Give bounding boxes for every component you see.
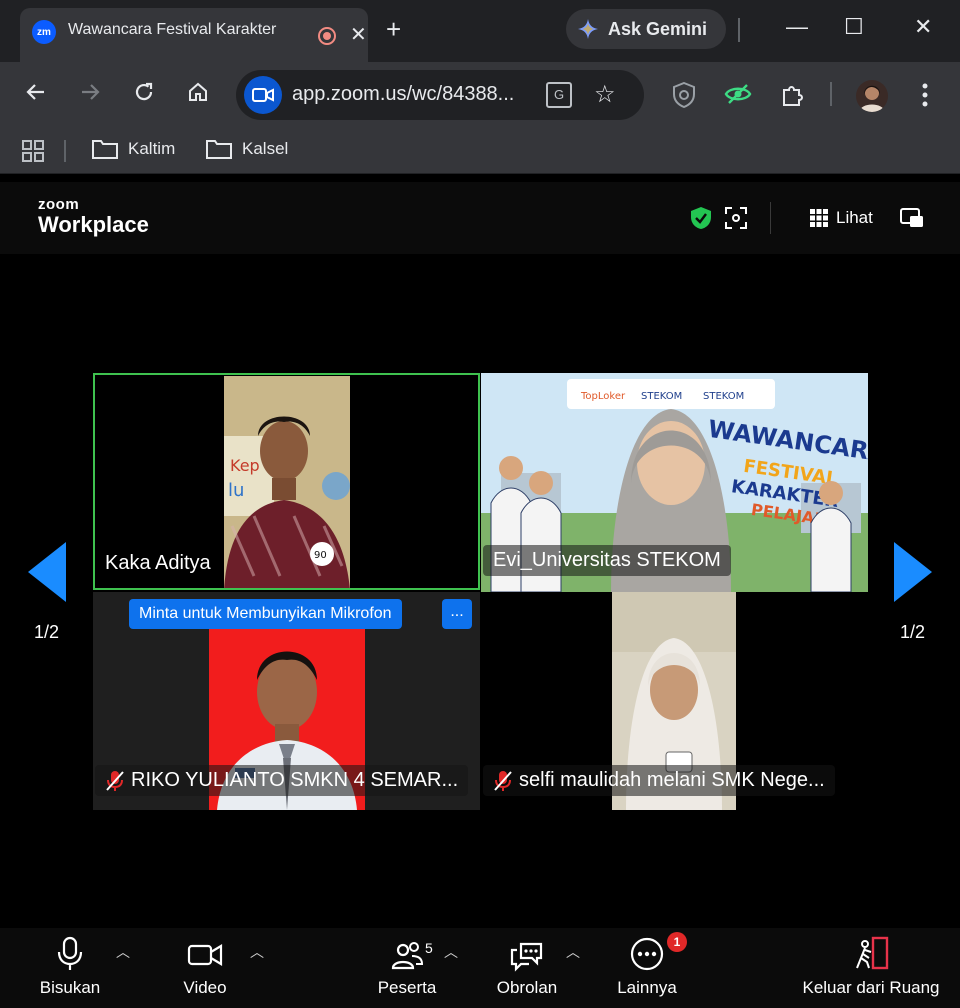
translate-icon[interactable]: G <box>546 82 572 108</box>
participant-name: Kaka Aditya <box>105 552 211 574</box>
zoom-logo-workplace: Workplace <box>38 212 149 237</box>
shield-extension-icon[interactable] <box>672 82 696 108</box>
participant-name-label: RIKO YULIANTO SMKN 4 SEMAR... <box>95 765 469 796</box>
muted-microphone-icon <box>494 770 512 791</box>
browser-tab-bar: zm Wawancara Festival Karakter ✕ + Ask G… <box>0 0 960 62</box>
bookmark-label: Kalsel <box>242 139 289 158</box>
reload-icon[interactable] <box>132 80 156 104</box>
svg-text:90: 90 <box>314 550 327 561</box>
browser-toolbar: app.zoom.us/wc/84388... G ☆ <box>0 62 960 128</box>
participant-name-label: selfi maulidah melani SMK Nege... <box>483 765 835 796</box>
participants-button[interactable]: Peserta <box>376 928 438 998</box>
mute-label: Bisukan <box>39 978 101 997</box>
participants-label: Peserta <box>377 978 437 997</box>
svg-text:STEKOM: STEKOM <box>641 391 682 402</box>
audio-options-chevron-up-icon[interactable]: ︿ <box>116 942 130 962</box>
back-arrow-icon[interactable] <box>24 80 48 104</box>
browser-tab[interactable]: zm Wawancara Festival Karakter ✕ <box>20 8 368 62</box>
muted-microphone-icon <box>106 770 124 791</box>
window-close-button[interactable]: ✕ <box>914 14 932 40</box>
participant-name-label: Evi_Universitas STEKOM <box>483 545 731 576</box>
header-separator <box>770 202 771 234</box>
ask-gemini-label: Ask Gemini <box>608 18 708 39</box>
screen-scan-icon[interactable] <box>724 206 748 230</box>
participants-options-chevron-up-icon[interactable]: ︿ <box>444 942 458 962</box>
new-tab-button[interactable]: + <box>386 14 401 44</box>
gemini-star-icon <box>578 19 598 39</box>
window-separator <box>738 18 740 42</box>
bookmarks-separator <box>64 140 66 162</box>
participants-count: 5 <box>425 940 433 956</box>
eye-extension-icon[interactable] <box>724 82 752 106</box>
home-icon[interactable] <box>186 80 210 104</box>
zoom-video-icon[interactable] <box>244 76 282 114</box>
svg-text:TopLoker: TopLoker <box>580 391 626 402</box>
forward-arrow-icon[interactable] <box>78 80 102 104</box>
bookmark-folder-kalsel[interactable]: Kalsel <box>206 139 288 159</box>
url-text[interactable]: app.zoom.us/wc/84388... <box>292 83 514 106</box>
page-indicator-left: 1/2 <box>34 622 60 642</box>
page-indicator-right: 1/2 <box>900 622 926 642</box>
picture-in-picture-icon[interactable] <box>900 208 924 228</box>
svg-text:Kep: Kep <box>230 456 260 475</box>
zoom-logo-small: zoom <box>38 196 80 213</box>
kebab-menu-icon[interactable] <box>920 82 930 108</box>
profile-avatar[interactable] <box>856 80 888 112</box>
video-label: Video <box>183 978 227 997</box>
tile-more-options-button[interactable]: ... <box>442 599 472 629</box>
participant-name: RIKO YULIANTO SMKN 4 SEMAR... <box>131 769 459 791</box>
request-unmute-button[interactable]: Minta untuk Membunyikan Mikrofon <box>129 599 402 629</box>
minimize-button[interactable]: — <box>786 14 808 40</box>
zoom-header: zoom Workplace Lihat <box>0 182 960 254</box>
bookmarks-bar: Kaltim Kalsel <box>0 128 960 174</box>
encryption-shield-icon[interactable] <box>690 206 712 230</box>
apps-grid-icon[interactable] <box>22 140 44 162</box>
previous-page-arrow-icon[interactable] <box>28 542 66 602</box>
tab-close-button[interactable]: ✕ <box>350 22 367 47</box>
tab-title: Wawancara Festival Karakter <box>68 21 277 38</box>
participant-name: Evi_Universitas STEKOM <box>493 549 721 571</box>
zoom-favicon-icon: zm <box>32 20 56 44</box>
more-options-icon <box>630 937 664 971</box>
ask-gemini-button[interactable]: Ask Gemini <box>566 9 726 49</box>
video-options-chevron-up-icon[interactable]: ︿ <box>250 942 264 962</box>
view-button[interactable]: Lihat <box>810 208 873 228</box>
chat-bubbles-icon <box>510 942 543 972</box>
notification-badge: 1 <box>667 932 687 952</box>
next-page-arrow-icon[interactable] <box>894 542 932 602</box>
leave-room-button[interactable]: Keluar dari Ruang <box>798 928 944 998</box>
participant-video: Kep lu 90 <box>224 376 350 588</box>
svg-text:STEKOM: STEKOM <box>703 391 744 402</box>
chat-label: Obrolan <box>496 978 558 997</box>
chat-options-chevron-up-icon[interactable]: ︿ <box>566 942 580 962</box>
bookmark-folder-kaltim[interactable]: Kaltim <box>92 139 175 159</box>
bookmark-label: Kaltim <box>128 139 176 158</box>
leave-room-label: Keluar dari Ruang <box>802 978 940 997</box>
video-tile-evi-universitas-stekom[interactable]: TopLoker STEKOM STEKOM WAWANCARA FESTIVA… <box>481 373 868 592</box>
toolbar-separator <box>830 82 832 106</box>
video-tile-selfi-maulidah-melani[interactable]: selfi maulidah melani SMK Nege... <box>481 592 868 810</box>
puzzle-extensions-icon[interactable] <box>780 82 806 108</box>
leave-door-icon <box>856 936 889 970</box>
participants-icon <box>391 942 424 970</box>
more-label: Lainnya <box>617 978 677 997</box>
chat-button[interactable]: Obrolan <box>492 928 562 998</box>
video-tile-kaka-aditya[interactable]: Kep lu 90 Kaka Aditya <box>93 373 480 590</box>
participant-name: selfi maulidah melani SMK Nege... <box>519 769 825 791</box>
view-label: Lihat <box>836 208 873 227</box>
participant-name-label: Kaka Aditya <box>95 548 221 579</box>
video-button[interactable]: Video <box>178 928 232 998</box>
svg-text:lu: lu <box>228 480 244 501</box>
grid-view-icon <box>810 209 828 227</box>
bookmark-star-icon[interactable]: ☆ <box>594 80 616 109</box>
maximize-button[interactable]: ☐ <box>844 14 864 40</box>
recording-indicator-icon <box>318 27 336 45</box>
meeting-controls-bar: Bisukan ︿ Video ︿ Peserta 5 ︿ Obrolan ︿ <box>0 928 960 1008</box>
address-bar[interactable]: app.zoom.us/wc/84388... G ☆ <box>236 70 644 120</box>
folder-icon <box>206 140 232 159</box>
folder-icon <box>92 140 118 159</box>
video-camera-icon <box>187 944 223 966</box>
microphone-icon <box>57 936 83 970</box>
mute-button[interactable]: Bisukan <box>38 928 102 998</box>
